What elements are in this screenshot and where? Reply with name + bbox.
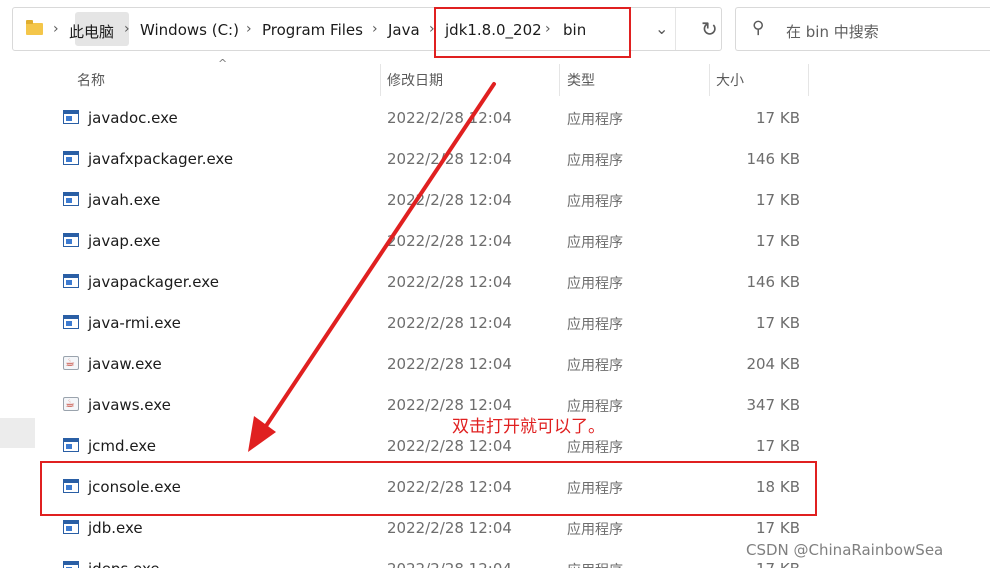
exe-icon: [63, 151, 79, 165]
file-date: 2022/2/28 12:04: [387, 109, 512, 127]
file-size: 146 KB: [746, 150, 800, 168]
exe-icon: [63, 438, 79, 452]
file-name: javap.exe: [88, 232, 161, 250]
column-divider[interactable]: [559, 64, 560, 96]
file-name: javah.exe: [88, 191, 161, 209]
file-name: javafxpackager.exe: [88, 150, 234, 168]
file-size: 17 KB: [756, 191, 800, 209]
file-date: 2022/2/28 12:04: [387, 519, 512, 537]
exe-icon: [63, 192, 79, 206]
divider: [675, 8, 676, 50]
file-date: 2022/2/28 12:04: [387, 232, 512, 250]
file-name: javadoc.exe: [88, 109, 178, 127]
column-divider[interactable]: [709, 64, 710, 96]
folder-icon: [26, 20, 43, 35]
file-size: 347 KB: [746, 396, 800, 414]
file-size: 146 KB: [746, 273, 800, 291]
column-divider[interactable]: [380, 64, 381, 96]
column-header-date[interactable]: 修改日期: [387, 70, 443, 90]
file-type: 应用程序: [567, 276, 623, 292]
exe-icon: [63, 274, 79, 288]
chevron-right-icon[interactable]: ›: [246, 21, 252, 37]
file-type: 应用程序: [567, 522, 623, 538]
java-icon: [63, 356, 79, 370]
column-header-name[interactable]: 名称: [77, 70, 105, 90]
file-row[interactable]: javafxpackager.exe 2022/2/28 12:04 应用程序 …: [45, 139, 815, 180]
exe-icon: [63, 233, 79, 247]
chevron-right-icon[interactable]: ›: [372, 21, 378, 37]
chevron-right-icon[interactable]: ›: [124, 21, 130, 37]
sort-ascending-icon: ^: [218, 57, 228, 70]
exe-icon: [63, 110, 79, 124]
file-row[interactable]: javaw.exe 2022/2/28 12:04 应用程序 204 KB: [45, 344, 815, 385]
file-size: 17 KB: [756, 560, 800, 568]
file-row[interactable]: javadoc.exe 2022/2/28 12:04 应用程序 17 KB: [45, 98, 815, 139]
file-size: 17 KB: [756, 437, 800, 455]
file-type: 应用程序: [567, 235, 623, 251]
file-size: 17 KB: [756, 109, 800, 127]
file-name: jdb.exe: [88, 519, 143, 537]
file-type: 应用程序: [567, 560, 623, 568]
file-size: 204 KB: [746, 355, 800, 373]
exe-icon: [63, 315, 79, 329]
file-type: 应用程序: [567, 153, 623, 169]
highlight-box-jconsole: [40, 461, 817, 516]
breadcrumb-program-files[interactable]: Program Files: [262, 21, 363, 39]
search-input[interactable]: 在 bin 中搜索: [786, 21, 879, 42]
file-type: 应用程序: [567, 112, 623, 128]
breadcrumb-windows-c[interactable]: Windows (C:): [140, 21, 239, 39]
file-date: 2022/2/28 12:04: [387, 273, 512, 291]
column-header-type[interactable]: 类型: [567, 70, 595, 90]
file-row[interactable]: javapackager.exe 2022/2/28 12:04 应用程序 14…: [45, 262, 815, 303]
refresh-icon[interactable]: ↻: [701, 17, 718, 41]
file-name: jdeps.exe: [88, 560, 160, 568]
chevron-right-icon[interactable]: ›: [53, 21, 59, 37]
search-icon: ⚲: [752, 18, 765, 38]
file-date: 2022/2/28 12:04: [387, 150, 512, 168]
file-name: java-rmi.exe: [88, 314, 181, 332]
file-type: 应用程序: [567, 194, 623, 210]
annotation-text: 双击打开就可以了。: [452, 417, 605, 437]
file-row[interactable]: javaws.exe 2022/2/28 12:04 应用程序 347 KB: [45, 385, 815, 426]
java-icon: [63, 397, 79, 411]
exe-icon: [63, 561, 79, 568]
file-date: 2022/2/28 12:04: [387, 560, 512, 568]
file-size: 17 KB: [756, 519, 800, 537]
breadcrumb-java[interactable]: Java: [388, 21, 420, 39]
file-type: 应用程序: [567, 317, 623, 333]
file-date: 2022/2/28 12:04: [387, 355, 512, 373]
file-size: 17 KB: [756, 314, 800, 332]
file-row[interactable]: javap.exe 2022/2/28 12:04 应用程序 17 KB: [45, 221, 815, 262]
watermark: CSDN @ChinaRainbowSea: [746, 541, 944, 559]
navigation-pane-item[interactable]: [0, 418, 35, 448]
file-size: 17 KB: [756, 232, 800, 250]
file-name: jcmd.exe: [88, 437, 156, 455]
file-row[interactable]: jdeps.exe 2022/2/28 12:04 应用程序 17 KB: [45, 549, 815, 568]
column-divider[interactable]: [808, 64, 809, 96]
file-name: javapackager.exe: [88, 273, 219, 291]
breadcrumb-this-pc[interactable]: 此电脑: [69, 21, 114, 42]
column-header-size[interactable]: 大小: [716, 70, 744, 90]
file-date: 2022/2/28 12:04: [387, 437, 512, 455]
file-name: javaws.exe: [88, 396, 171, 414]
file-type: 应用程序: [567, 440, 623, 456]
highlight-box-path: [434, 7, 631, 58]
chevron-down-icon[interactable]: ⌄: [655, 19, 668, 38]
file-date: 2022/2/28 12:04: [387, 314, 512, 332]
file-row[interactable]: javah.exe 2022/2/28 12:04 应用程序 17 KB: [45, 180, 815, 221]
file-row[interactable]: java-rmi.exe 2022/2/28 12:04 应用程序 17 KB: [45, 303, 815, 344]
file-name: javaw.exe: [88, 355, 162, 373]
file-type: 应用程序: [567, 358, 623, 374]
exe-icon: [63, 520, 79, 534]
search-box[interactable]: ⚲ 在 bin 中搜索: [735, 7, 990, 51]
file-date: 2022/2/28 12:04: [387, 191, 512, 209]
